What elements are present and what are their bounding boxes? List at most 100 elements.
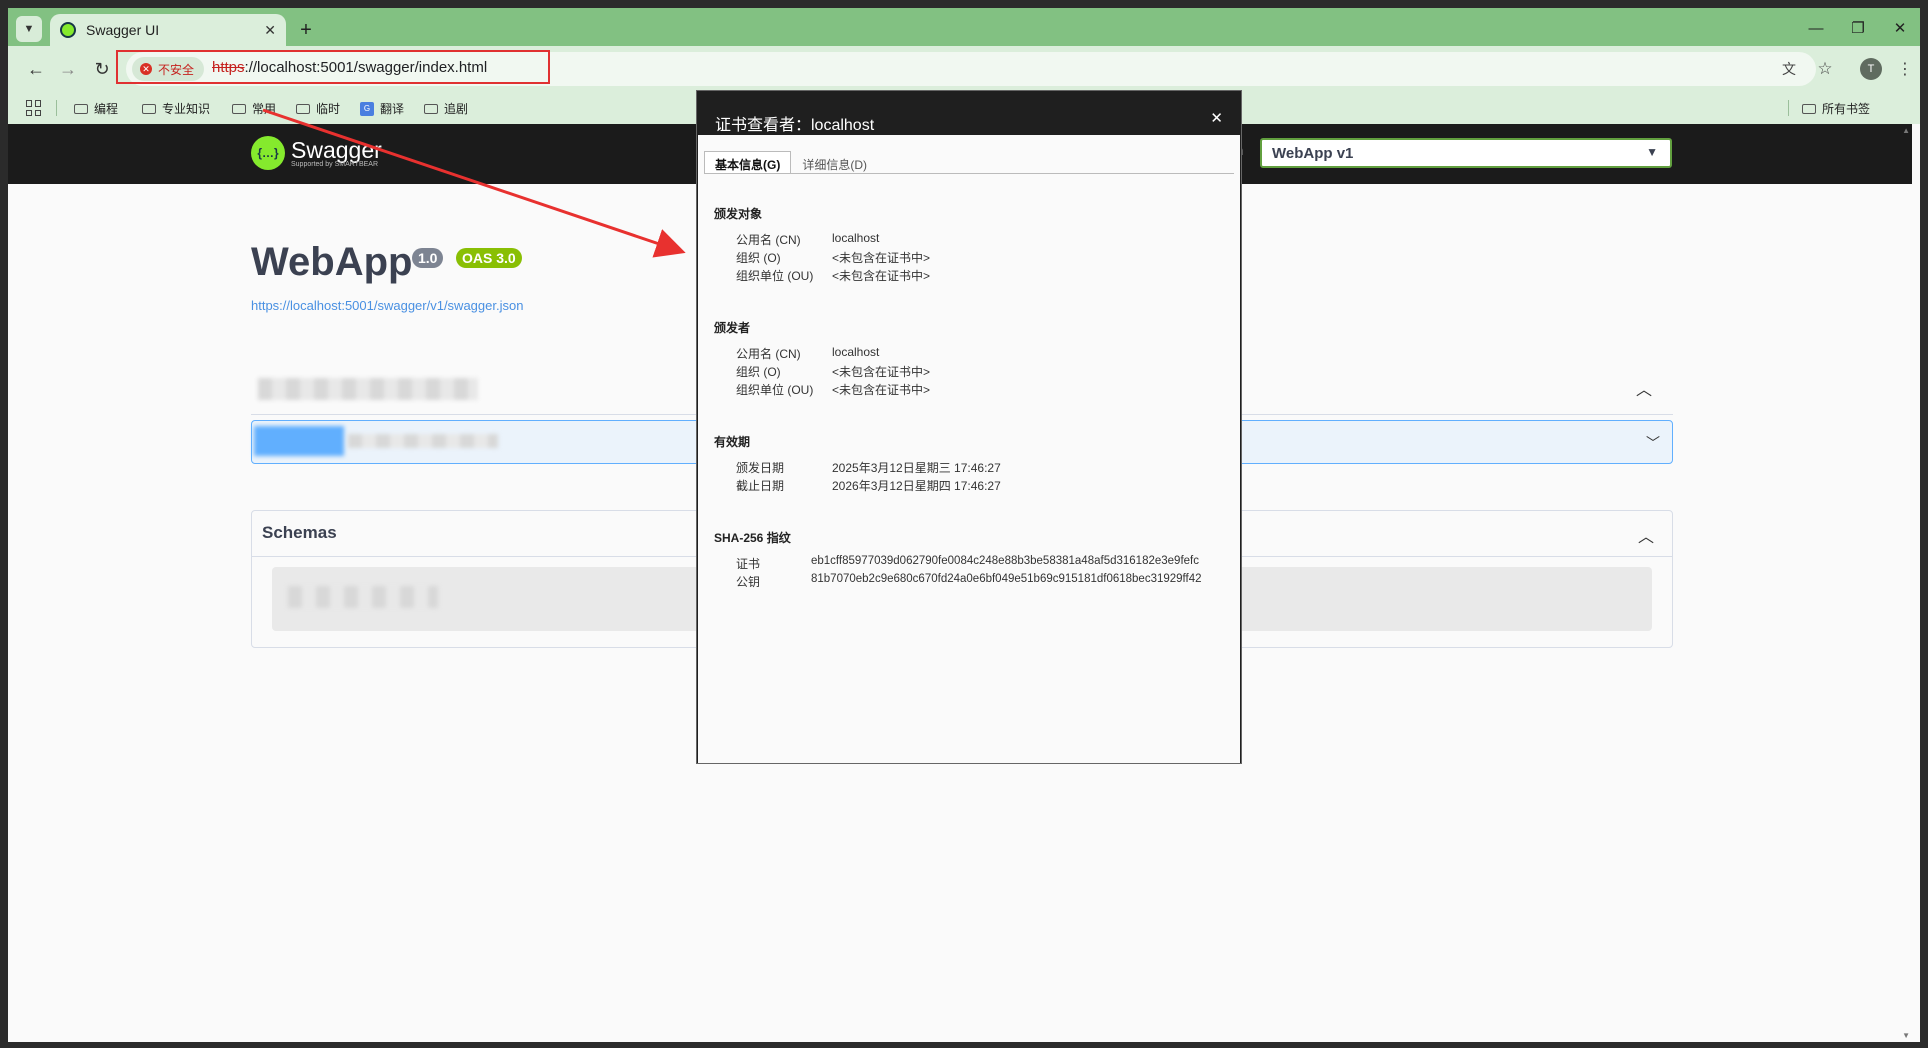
field-label: 组织单位 (OU) bbox=[736, 383, 814, 397]
swagger-logo-sub: Supported by SMARTBEAR bbox=[291, 160, 379, 168]
apps-icon[interactable] bbox=[26, 100, 42, 116]
tab-details[interactable]: 详细信息(D) bbox=[791, 151, 878, 173]
redacted-path bbox=[348, 434, 498, 448]
annotation-highlight-box bbox=[116, 50, 550, 84]
folder-icon bbox=[232, 103, 246, 114]
arrow-right-icon: → bbox=[59, 58, 77, 79]
dialog-body: 基本信息(G) 详细信息(D) 颁发对象 公用名 (CN) localhost … bbox=[698, 135, 1240, 763]
scroll-up-icon[interactable]: ▲ bbox=[1902, 126, 1910, 135]
field-value: 2025年3月12日星期三 17:46:27 bbox=[832, 461, 1001, 475]
bookmark-label: 追剧 bbox=[444, 102, 469, 116]
arrow-left-icon: ← bbox=[27, 58, 45, 79]
certificate-viewer-dialog: 证书查看者：localhost ✕ 基本信息(G) 详细信息(D) 颁发对象 公… bbox=[696, 90, 1242, 764]
spec-link[interactable]: https://localhost:5001/swagger/v1/swagge… bbox=[251, 298, 523, 313]
window-close-button[interactable]: ✕ bbox=[1880, 16, 1920, 40]
bookmark-folder[interactable]: 编程 bbox=[74, 100, 118, 117]
folder-icon bbox=[74, 103, 88, 114]
all-bookmarks-folder[interactable]: 所有书签 bbox=[1802, 100, 1870, 117]
field-label: 组织 (O) bbox=[736, 251, 781, 265]
reload-icon: ↻ bbox=[94, 58, 110, 79]
field-value: 2026年3月12日星期四 17:46:27 bbox=[832, 479, 1001, 493]
browser-window: ▼ Swagger UI ✕ + — ❐ ✕ ← → ↻ ✕ 不安全 https… bbox=[8, 8, 1920, 1042]
forward-button[interactable]: → bbox=[54, 55, 82, 83]
tab-divider bbox=[704, 173, 1234, 174]
field-label: 公钥 bbox=[736, 575, 761, 589]
chevron-up-icon[interactable]: ︿ bbox=[1638, 523, 1654, 547]
chevron-up-icon[interactable]: ︿ bbox=[1636, 376, 1652, 400]
dialog-tabs: 基本信息(G) 详细信息(D) bbox=[704, 151, 878, 173]
bookmark-folder[interactable]: 追剧 bbox=[424, 100, 468, 117]
definition-select[interactable]: WebApp v1 ▼ bbox=[1260, 138, 1672, 168]
bookmark-label: 常用 bbox=[252, 102, 277, 116]
swagger-logo[interactable]: {…} Swagger Supported by SMARTBEAR bbox=[251, 136, 382, 170]
field-label: 证书 bbox=[736, 557, 761, 571]
tab-general[interactable]: 基本信息(G) bbox=[704, 151, 792, 173]
redacted-schema-name bbox=[288, 586, 438, 608]
tab-swagger-ui[interactable]: Swagger UI ✕ bbox=[50, 14, 286, 46]
scroll-down-icon[interactable]: ▼ bbox=[1902, 1031, 1910, 1040]
more-menu-icon[interactable]: ⋮ bbox=[1894, 58, 1916, 80]
oas-badge: OAS 3.0 bbox=[456, 248, 522, 268]
swagger-logo-icon: {…} bbox=[251, 136, 285, 170]
field-value: <未包含在证书中> bbox=[832, 269, 931, 283]
field-label: 颁发日期 bbox=[736, 461, 785, 475]
field-value: localhost bbox=[832, 345, 880, 359]
redacted-tag-name bbox=[258, 378, 478, 400]
bookmark-folder[interactable]: 常用 bbox=[232, 100, 276, 117]
field-label: 公用名 (CN) bbox=[736, 233, 801, 247]
bookmark-label: 所有书签 bbox=[1822, 102, 1871, 116]
folder-icon bbox=[424, 103, 438, 114]
api-title: WebApp bbox=[251, 240, 413, 284]
swagger-favicon-icon bbox=[60, 22, 76, 38]
bookmark-folder[interactable]: 临时 bbox=[296, 100, 340, 117]
bookmark-link[interactable]: G 翻译 bbox=[360, 100, 404, 117]
field-value: localhost bbox=[832, 231, 880, 245]
back-button[interactable]: ← bbox=[22, 55, 50, 83]
dialog-title: 证书查看者：localhost bbox=[715, 117, 875, 134]
folder-icon bbox=[296, 103, 310, 114]
tab-close-icon[interactable]: ✕ bbox=[264, 22, 276, 39]
bookmark-label: 翻译 bbox=[380, 102, 405, 116]
restore-button[interactable]: ❐ bbox=[1838, 16, 1878, 40]
folder-icon bbox=[142, 103, 156, 114]
field-value: eb1cff85977039d062790fe0084c248e88b3be58… bbox=[811, 555, 1199, 567]
bookmark-label: 编程 bbox=[94, 102, 119, 116]
bookmark-label: 临时 bbox=[316, 102, 341, 116]
dialog-close-icon[interactable]: ✕ bbox=[1210, 109, 1223, 127]
issued-to-heading: 颁发对象 bbox=[714, 207, 763, 221]
field-label: 组织单位 (OU) bbox=[736, 269, 814, 283]
reload-button[interactable]: ↻ bbox=[88, 55, 116, 83]
bookmark-star-icon[interactable]: ☆ bbox=[1814, 58, 1836, 80]
browser-toolbar: ← → ↻ ✕ 不安全 https://localhost:5001/swagg… bbox=[8, 46, 1920, 92]
bookmark-folder[interactable]: 专业知识 bbox=[142, 100, 210, 117]
field-value: <未包含在证书中> bbox=[832, 251, 931, 265]
new-tab-button[interactable]: + bbox=[294, 18, 318, 42]
definition-value: WebApp v1 bbox=[1272, 145, 1354, 162]
field-value: 81b7070eb2c9e680c670fd24a0e6bf049e51b69c… bbox=[811, 573, 1202, 585]
validity-heading: 有效期 bbox=[714, 435, 751, 449]
field-label: 公用名 (CN) bbox=[736, 347, 801, 361]
field-label: 组织 (O) bbox=[736, 365, 781, 379]
redacted-method-badge bbox=[254, 426, 344, 456]
field-value: <未包含在证书中> bbox=[832, 365, 931, 379]
version-badge: 1.0 bbox=[412, 248, 444, 268]
profile-avatar[interactable]: T bbox=[1860, 58, 1882, 80]
tab-search-button[interactable]: ▼ bbox=[16, 16, 42, 42]
field-value: <未包含在证书中> bbox=[832, 383, 931, 397]
chevron-down-icon: ▼ bbox=[23, 23, 35, 35]
field-label: 截止日期 bbox=[736, 479, 785, 493]
minimize-button[interactable]: — bbox=[1796, 16, 1836, 40]
folder-icon bbox=[1802, 103, 1816, 114]
chevron-down-icon: ▼ bbox=[1646, 145, 1658, 159]
bookmark-label: 专业知识 bbox=[162, 102, 211, 116]
tab-title: Swagger UI bbox=[86, 22, 160, 38]
issued-by-heading: 颁发者 bbox=[714, 321, 751, 335]
fingerprints-heading: SHA-256 指纹 bbox=[714, 531, 791, 545]
chevron-down-icon: ﹀ bbox=[1646, 435, 1660, 451]
tab-strip: ▼ Swagger UI ✕ + — ❐ ✕ bbox=[8, 8, 1920, 46]
swagger-logo-text: Swagger bbox=[291, 136, 382, 163]
translate-icon: G bbox=[360, 101, 374, 116]
translate-icon[interactable]: 文 bbox=[1778, 58, 1800, 80]
bookmark-separator bbox=[56, 100, 57, 116]
bookmark-separator bbox=[1788, 100, 1789, 116]
